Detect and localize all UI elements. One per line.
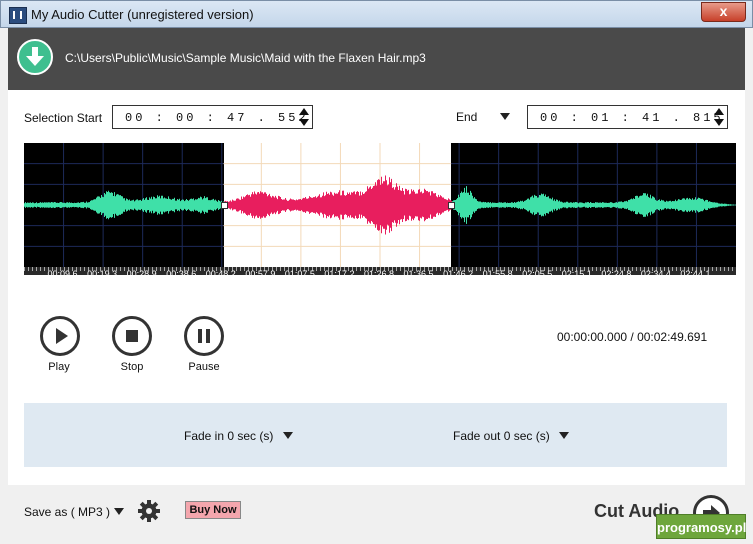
play-icon (56, 328, 68, 344)
timeline-tick-label: 01:46.2 (443, 269, 474, 275)
pause-icon (198, 329, 210, 343)
fade-out-dropdown-icon[interactable] (559, 432, 569, 439)
timeline-tick-label: 01:55.8 (482, 269, 513, 275)
timeline-tick-label: 00:19.3 (87, 269, 118, 275)
window-title: My Audio Cutter (unregistered version) (31, 7, 254, 22)
selection-end-handle[interactable] (448, 202, 456, 209)
timeline-tick-label: 01:17.2 (324, 269, 355, 275)
playback-position: 00:00:00.000 / 00:02:49.691 (557, 330, 708, 344)
download-arrow-icon (26, 47, 44, 66)
close-button[interactable]: x (701, 2, 746, 22)
play-label: Play (48, 361, 70, 373)
selection-start-handle[interactable] (220, 202, 228, 209)
timeline-tick-label: 00:57.9 (245, 269, 276, 275)
watermark: programosy.pl (656, 514, 746, 539)
selection-end-value: 00 : 01 : 41 . 815 (540, 111, 724, 125)
selection-start-input[interactable]: 00 : 00 : 47 . 552 (112, 105, 313, 129)
pause-label: Pause (188, 361, 220, 373)
end-mode-dropdown-icon[interactable] (500, 113, 510, 120)
timeline-tick-label: 01:36.5 (403, 269, 434, 275)
selection-start-spinner[interactable] (299, 108, 309, 126)
timeline-tick-label: 02:05.5 (522, 269, 553, 275)
timeline-tick-label: 00:28.9 (126, 269, 157, 275)
gear-icon[interactable] (137, 499, 161, 523)
file-path-bar: C:\Users\Public\Music\Sample Music\Maid … (8, 28, 745, 90)
waveform-graphic (24, 143, 736, 275)
timeline-tick-label: 00:48.2 (205, 269, 236, 275)
timeline-tick-label: 01:07.5 (284, 269, 315, 275)
waveform-view[interactable]: 00:09.6 00:19.3 00:28.9 00:38.6 00:48.2 00:57… (24, 143, 736, 275)
selection-end-input[interactable]: 00 : 01 : 41 . 815 (527, 105, 728, 129)
fade-in-label: Fade in 0 sec (s) (184, 429, 274, 443)
stop-label: Stop (120, 361, 144, 373)
title-bar: My Audio Cutter (unregistered version) x (0, 0, 753, 28)
file-path: C:\Users\Public\Music\Sample Music\Maid … (65, 51, 426, 65)
app-icon (9, 7, 27, 24)
timeline-tick-label: 00:09.6 (47, 269, 78, 275)
timeline-tick-label: 02:34.4 (640, 269, 671, 275)
stop-icon (126, 330, 138, 342)
fade-out-label: Fade out 0 sec (s) (453, 429, 550, 443)
play-button[interactable] (40, 316, 80, 356)
save-as-label: Save as ( MP3 ) (24, 505, 111, 519)
selection-start-label: Selection Start (24, 111, 103, 125)
timeline-tick-label: 02:24.8 (601, 269, 632, 275)
fade-in-dropdown-icon[interactable] (283, 432, 293, 439)
pause-button[interactable] (184, 316, 224, 356)
selection-end-spinner[interactable] (714, 108, 724, 126)
main-panel: Selection Start 00 : 00 : 47 . 552 End 0… (8, 90, 745, 485)
fade-bar: Fade in 0 sec (s) Fade out 0 sec (s) (24, 403, 727, 467)
selection-start-value: 00 : 00 : 47 . 552 (125, 111, 309, 125)
save-as-dropdown-icon[interactable] (114, 508, 124, 515)
footer-bar: Save as ( MP3 ) Buy Now Cut Audio (8, 485, 745, 544)
open-file-button[interactable] (17, 39, 53, 75)
end-mode-label: End (456, 110, 478, 124)
buy-now-button[interactable]: Buy Now (185, 501, 241, 519)
stop-button[interactable] (112, 316, 152, 356)
timeline-tick-label: 00:38.6 (166, 269, 197, 275)
timeline-tick-label: 01:26.8 (363, 269, 395, 275)
timeline-tick-label: 02:15.1 (561, 269, 592, 275)
timeline-tick-label: 02:44.1 (680, 269, 711, 275)
